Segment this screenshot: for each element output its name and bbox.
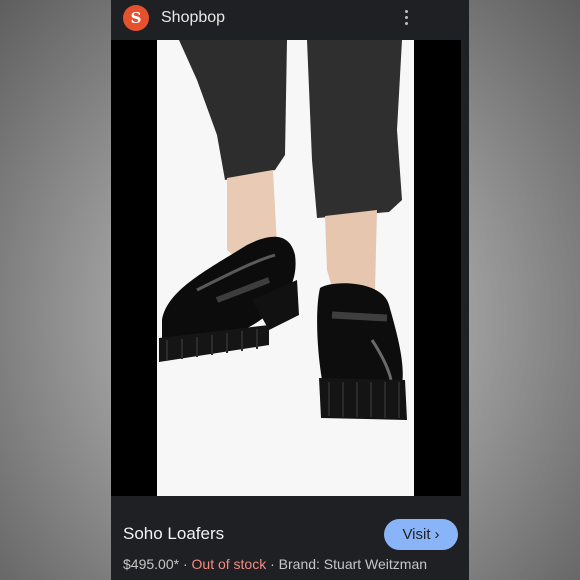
top-bar: S Shopbop <box>111 0 469 38</box>
stock-status: Out of stock <box>191 556 267 572</box>
more-vert-icon[interactable] <box>403 10 409 28</box>
brand: Brand: Stuart Weitzman <box>278 556 428 572</box>
price: $495.00* <box>123 556 180 572</box>
phone-screen: S Shopbop Soho Loafers Visit › $495.00* … <box>111 0 469 580</box>
separator: · <box>182 556 188 572</box>
visit-button[interactable]: Visit › <box>384 519 458 550</box>
product-title[interactable]: Soho Loafers <box>123 524 224 544</box>
product-photo[interactable] <box>157 40 414 496</box>
separator: · <box>270 556 275 572</box>
chevron-right-icon: › <box>434 526 440 543</box>
product-meta: $495.00* · Out of stock · Brand: Stuart … <box>123 556 427 572</box>
shopbop-logo-icon[interactable]: S <box>123 5 149 31</box>
site-name[interactable]: Shopbop <box>161 9 225 27</box>
loafers-photo-illustration <box>157 40 414 496</box>
visit-button-label: Visit <box>402 526 431 543</box>
product-image-frame[interactable] <box>111 40 461 496</box>
